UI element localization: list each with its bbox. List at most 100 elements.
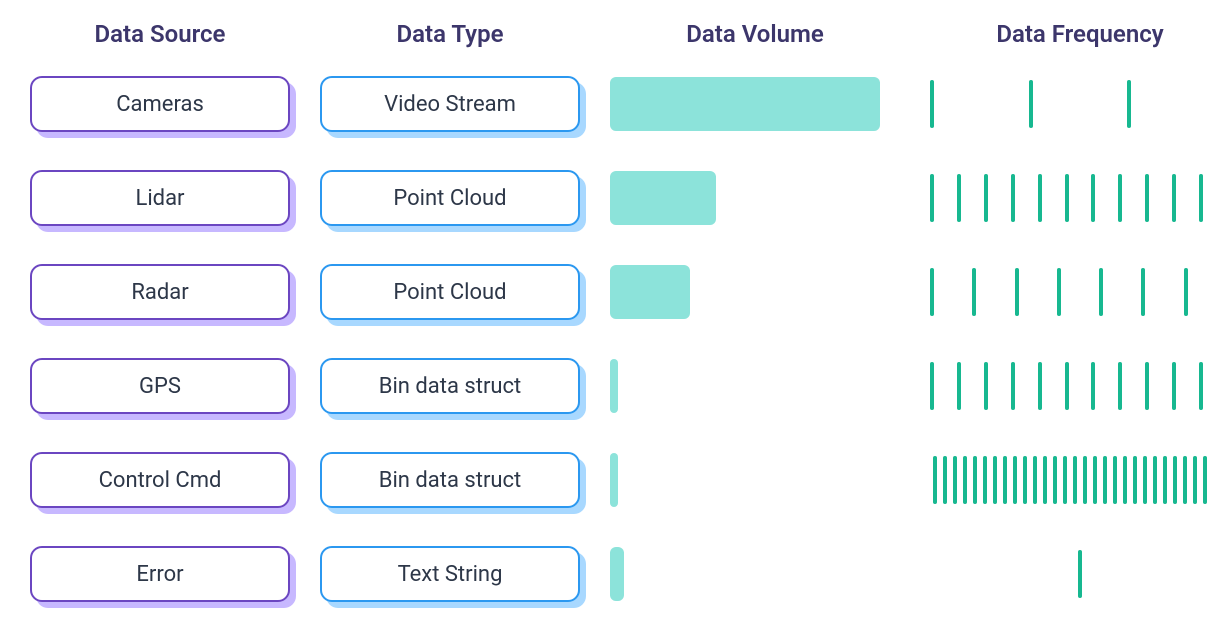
source-label: Radar [30, 264, 290, 320]
frequency-tick [1184, 268, 1188, 316]
frequency-row [930, 452, 1209, 508]
volume-bar-row [610, 264, 900, 320]
frequency-tick [1127, 80, 1131, 128]
frequency-tick [1099, 268, 1103, 316]
source-pill: Radar [30, 264, 290, 320]
frequency-tick [983, 456, 987, 504]
source-column: Cameras Lidar Radar GPS Control Cmd Erro… [30, 76, 290, 602]
type-pill: Bin data struct [320, 358, 580, 414]
frequency-tick [930, 80, 934, 128]
frequency-tick [1199, 174, 1203, 222]
frequency-tick [1083, 456, 1087, 504]
frequency-tick [1078, 550, 1082, 598]
frequency-tick [1091, 362, 1095, 410]
frequency-tick [972, 268, 976, 316]
frequency-tick [1033, 456, 1037, 504]
type-label: Text String [320, 546, 580, 602]
frequency-tick [1199, 362, 1203, 410]
volume-bar-row [610, 76, 900, 132]
source-pill: Lidar [30, 170, 290, 226]
frequency-row [930, 170, 1209, 226]
volume-bar-row [610, 358, 900, 414]
frequency-tick [1163, 456, 1167, 504]
frequency-tick [1057, 268, 1061, 316]
type-pill: Point Cloud [320, 170, 580, 226]
frequency-tick [1093, 456, 1097, 504]
frequency-tick [1183, 456, 1187, 504]
volume-bar [610, 171, 716, 225]
frequency-row [930, 264, 1209, 320]
frequency-tick [1023, 456, 1027, 504]
frequency-tick [1113, 456, 1117, 504]
frequency-tick [1038, 174, 1042, 222]
source-pill: Control Cmd [30, 452, 290, 508]
frequency-tick [1203, 456, 1207, 504]
volume-bar-row [610, 170, 900, 226]
volume-bar [610, 77, 880, 131]
frequency-tick [984, 174, 988, 222]
frequency-tick [963, 456, 967, 504]
source-label: Error [30, 546, 290, 602]
frequency-tick [1029, 80, 1033, 128]
type-column: Video Stream Point Cloud Point Cloud Bin… [320, 76, 580, 602]
header-frequency: Data Frequency [930, 20, 1209, 48]
frequency-tick [1038, 362, 1042, 410]
frequency-tick [1103, 456, 1107, 504]
frequency-tick [1193, 456, 1197, 504]
frequency-tick [1141, 268, 1145, 316]
frequency-tick [1015, 268, 1019, 316]
frequency-tick [1172, 362, 1176, 410]
header-source: Data Source [30, 20, 290, 48]
frequency-tick [1118, 362, 1122, 410]
type-label: Bin data struct [320, 452, 580, 508]
frequency-tick [930, 268, 934, 316]
frequency-row [930, 358, 1209, 414]
source-label: Control Cmd [30, 452, 290, 508]
volume-bar-row [610, 546, 900, 602]
source-pill: Error [30, 546, 290, 602]
frequency-tick [1003, 456, 1007, 504]
source-label: GPS [30, 358, 290, 414]
frequency-tick [1043, 456, 1047, 504]
frequency-row [930, 546, 1209, 602]
source-label: Lidar [30, 170, 290, 226]
frequency-tick [1123, 456, 1127, 504]
volume-bar [610, 265, 690, 319]
type-label: Point Cloud [320, 170, 580, 226]
type-pill: Text String [320, 546, 580, 602]
header-volume: Data Volume [610, 20, 900, 48]
volume-column [610, 76, 900, 602]
diagram-grid: Data Source Data Type Data Volume Data F… [30, 20, 1179, 602]
frequency-tick [933, 456, 937, 504]
type-label: Bin data struct [320, 358, 580, 414]
frequency-tick [1133, 456, 1137, 504]
frequency-tick [1073, 456, 1077, 504]
frequency-tick [1013, 456, 1017, 504]
frequency-tick [1011, 362, 1015, 410]
frequency-tick [930, 174, 934, 222]
type-label: Point Cloud [320, 264, 580, 320]
type-label: Video Stream [320, 76, 580, 132]
frequency-row [930, 76, 1209, 132]
frequency-tick [1173, 456, 1177, 504]
volume-bar [610, 359, 618, 413]
frequency-tick [1091, 174, 1095, 222]
frequency-tick [1065, 174, 1069, 222]
source-pill: Cameras [30, 76, 290, 132]
frequency-tick [984, 362, 988, 410]
type-pill: Bin data struct [320, 452, 580, 508]
frequency-tick [1145, 362, 1149, 410]
frequency-tick [957, 174, 961, 222]
frequency-tick [1145, 174, 1149, 222]
header-type: Data Type [320, 20, 580, 48]
frequency-tick [953, 456, 957, 504]
frequency-tick [1053, 456, 1057, 504]
type-pill: Point Cloud [320, 264, 580, 320]
volume-bar [610, 547, 624, 601]
frequency-tick [973, 456, 977, 504]
frequency-tick [1063, 456, 1067, 504]
volume-bar [610, 453, 618, 507]
volume-bar-row [610, 452, 900, 508]
frequency-tick [1153, 456, 1157, 504]
type-pill: Video Stream [320, 76, 580, 132]
